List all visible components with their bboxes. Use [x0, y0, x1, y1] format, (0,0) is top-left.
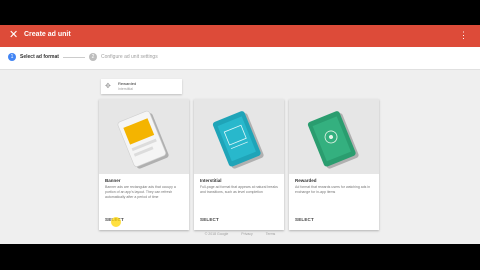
step-number: 2 — [89, 53, 97, 61]
saved-format-subtitle: Interstitial — [118, 87, 133, 91]
banner-illustration — [99, 99, 189, 174]
phone-interstitial-icon — [194, 99, 284, 174]
step-number: 1 — [8, 53, 16, 61]
card-title: Interstitial — [200, 178, 222, 183]
footer: © 2018 Google Privacy Terms — [0, 232, 480, 236]
card-description: Banner ads are rectangular ads that occu… — [105, 185, 176, 199]
rewarded-illustration — [289, 99, 379, 174]
step-label: Select ad format — [20, 54, 59, 60]
ad-format-card-banner[interactable]: Banner Banner ads are rectangular ads th… — [99, 99, 189, 230]
phone-banner-icon — [99, 99, 189, 174]
card-description: Ad format that rewards users for watchin… — [295, 185, 371, 194]
interstitial-illustration — [194, 99, 284, 174]
page-title: Create ad unit — [24, 31, 71, 38]
select-button-interstitial[interactable]: SELECT — [200, 217, 219, 222]
footer-privacy-link[interactable]: Privacy — [241, 232, 252, 236]
stepper: 1 Select ad format 2 Configure ad unit s… — [0, 47, 480, 70]
step-configure-settings[interactable]: 2 Configure ad unit settings — [89, 53, 158, 61]
step-label: Configure ad unit settings — [101, 54, 158, 60]
ad-format-card-interstitial[interactable]: Interstitial Full-page ad format that ap… — [194, 99, 284, 230]
step-connector — [63, 57, 85, 58]
phone-rewarded-icon — [289, 99, 379, 174]
cursor-highlight — [111, 217, 121, 227]
card-title: Banner — [105, 178, 121, 183]
select-button-rewarded[interactable]: SELECT — [295, 217, 314, 222]
card-title: Rewarded — [295, 178, 317, 183]
footer-copyright: © 2018 Google — [204, 232, 229, 236]
admob-screen: ✕ Create ad unit ⋮ 1 Select ad format 2 … — [0, 25, 480, 244]
step-select-ad-format[interactable]: 1 Select ad format — [8, 53, 59, 61]
ad-format-card-rewarded[interactable]: Rewarded Ad format that rewards users fo… — [289, 99, 379, 230]
app-bar: ✕ Create ad unit ⋮ — [0, 25, 480, 47]
puzzle-icon: ✥ — [105, 83, 111, 90]
card-description: Full-page ad format that appears at natu… — [200, 185, 278, 194]
saved-format-title: Rewarded — [118, 81, 137, 86]
footer-terms-link[interactable]: Terms — [266, 232, 276, 236]
saved-format-chip[interactable]: ✥ Rewarded Interstitial — [101, 79, 182, 94]
close-icon[interactable]: ✕ — [9, 29, 18, 42]
more-vert-icon[interactable]: ⋮ — [459, 30, 468, 40]
